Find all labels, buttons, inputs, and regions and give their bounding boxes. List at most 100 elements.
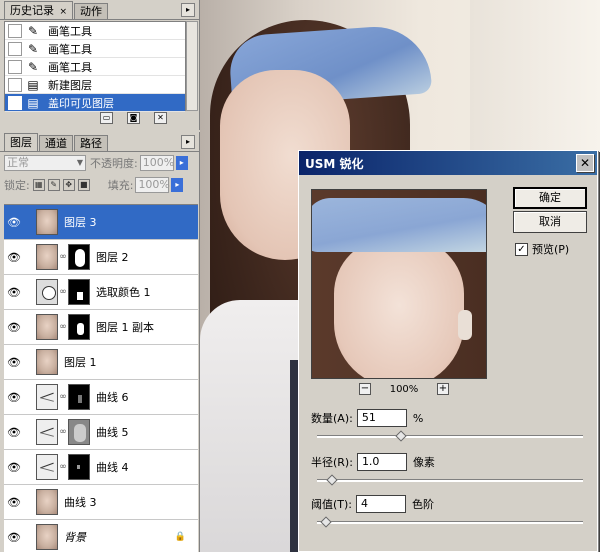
zoom-out-button[interactable]: − (359, 383, 371, 395)
layer-mask-thumbnail[interactable] (68, 244, 90, 270)
tab-layers[interactable]: 图层 (4, 133, 38, 151)
fill-field[interactable]: 100% (135, 177, 170, 193)
radius-slider[interactable] (317, 474, 583, 486)
fill-arrow-button[interactable]: ▸ (171, 178, 184, 192)
zoom-in-button[interactable]: + (437, 383, 449, 395)
history-source-checkbox[interactable] (8, 77, 22, 92)
close-icon[interactable]: × (60, 7, 68, 17)
lock-transparency-icon[interactable]: ▦ (32, 179, 45, 191)
layer-row[interactable]: 👁 ∞ 图层 1 副本 (4, 310, 198, 345)
history-source-checkbox[interactable] (8, 23, 22, 38)
trash-icon[interactable]: ✕ (154, 112, 167, 124)
cancel-button[interactable]: 取消 (513, 211, 587, 233)
layer-name: 图层 1 副本 (96, 321, 154, 334)
tab-actions[interactable]: 动作 (74, 3, 109, 19)
eye-icon[interactable]: 👁 (4, 251, 24, 264)
history-item-label: 盖印可见图层 (48, 96, 114, 110)
threshold-label: 阈值(T): (311, 498, 353, 511)
panel-menu-icon[interactable]: ▸ (181, 3, 195, 17)
threshold-slider-handle[interactable] (320, 516, 332, 528)
lock-paint-icon[interactable]: ✎ (47, 179, 60, 191)
eye-icon[interactable]: 👁 (4, 286, 24, 299)
layer-mask-thumbnail[interactable] (68, 454, 90, 480)
selective-color-icon (36, 279, 58, 305)
curves-icon (36, 384, 58, 410)
preview-toggle[interactable]: ✓ 预览(P) (515, 241, 569, 257)
history-source-checkbox[interactable] (8, 41, 22, 56)
layer-row[interactable]: 👁 ∞ 曲线 6 (4, 380, 198, 415)
tab-paths[interactable]: 路径 (74, 135, 108, 151)
new-document-from-state-icon[interactable]: ▭ (100, 112, 113, 124)
history-item[interactable]: ✎ 画笔工具 (5, 40, 185, 58)
preview-label: 预览(P) (532, 243, 570, 256)
link-icon[interactable]: ∞ (58, 427, 68, 437)
tab-channels-label: 通道 (45, 137, 67, 150)
tab-history[interactable]: 历史记录 × (4, 1, 74, 19)
eye-icon[interactable]: 👁 (4, 531, 24, 544)
lock-all-icon[interactable]: ■ (77, 179, 90, 191)
layer-row[interactable]: 👁 图层 1 (4, 345, 198, 380)
tab-channels[interactable]: 通道 (39, 135, 73, 151)
close-button[interactable]: ✕ (576, 154, 594, 172)
fill-value: 100% (138, 178, 170, 191)
history-item-label: 新建图层 (48, 78, 92, 92)
layer-row[interactable]: 👁 ∞ 图层 2 (4, 240, 198, 275)
new-snapshot-icon[interactable]: ◙ (127, 112, 140, 124)
preview-earring (458, 310, 472, 340)
eye-icon[interactable]: 👁 (4, 216, 24, 229)
blend-mode-select[interactable]: 正常 ▼ (4, 155, 86, 171)
eye-icon[interactable]: 👁 (4, 356, 24, 369)
history-scrollbar[interactable] (186, 21, 198, 111)
threshold-slider[interactable] (317, 516, 583, 528)
layer-row[interactable]: 👁 图层 3 (4, 205, 198, 240)
layer-thumbnail (36, 244, 58, 270)
radius-slider-handle[interactable] (326, 474, 338, 486)
link-icon[interactable]: ∞ (58, 462, 68, 472)
layer-mask-thumbnail[interactable] (68, 314, 90, 340)
layers-panel: 图层 通道 路径 ▸ 正常 ▼ 不透明度: 100% ▸ 锁定: ▦ ✎ ✥ ■… (0, 132, 200, 552)
link-icon[interactable]: ∞ (58, 322, 68, 332)
history-item[interactable]: ✎ 画笔工具 (5, 58, 185, 76)
layer-row[interactable]: 👁 ∞ 曲线 4 (4, 450, 198, 485)
ok-button[interactable]: 确定 (513, 187, 587, 209)
opacity-arrow-button[interactable]: ▸ (175, 156, 188, 170)
opacity-label: 不透明度: (90, 157, 138, 170)
preview-checkbox[interactable]: ✓ (515, 242, 528, 256)
layer-thumbnail (36, 209, 58, 235)
layer-row[interactable]: 👁 曲线 3 (4, 485, 198, 520)
layer-name: 曲线 4 (96, 461, 129, 474)
history-item[interactable]: ✎ 画笔工具 (5, 22, 185, 40)
eye-icon[interactable]: 👁 (4, 426, 24, 439)
eye-icon[interactable]: 👁 (4, 461, 24, 474)
layer-mask-thumbnail[interactable] (68, 384, 90, 410)
layer-row[interactable]: 👁 ∞ 曲线 5 (4, 415, 198, 450)
link-icon[interactable]: ∞ (58, 252, 68, 262)
lock-label: 锁定: (4, 179, 30, 192)
preview-window[interactable] (311, 189, 487, 379)
history-item-selected[interactable]: ▤ 盖印可见图层 (5, 94, 185, 112)
eye-icon[interactable]: 👁 (4, 496, 24, 509)
dialog-titlebar[interactable]: USM 锐化 (299, 151, 597, 175)
history-item[interactable]: ▤ 新建图层 (5, 76, 185, 94)
amount-slider[interactable] (317, 430, 583, 442)
history-source-checkbox[interactable] (8, 95, 22, 110)
amount-slider-handle[interactable] (395, 430, 407, 442)
eye-icon[interactable]: 👁 (4, 321, 24, 334)
link-icon[interactable]: ∞ (58, 287, 68, 297)
layer-row[interactable]: 👁 ∞ 选取颜色 1 (4, 275, 198, 310)
lock-position-icon[interactable]: ✥ (62, 179, 75, 191)
layer-mask-thumbnail[interactable] (68, 419, 90, 445)
chevron-down-icon: ▼ (76, 158, 83, 167)
blend-row: 正常 ▼ 不透明度: 100% ▸ (0, 152, 199, 174)
eye-icon[interactable]: 👁 (4, 391, 24, 404)
layer-mask-thumbnail[interactable] (68, 279, 90, 305)
layer-row[interactable]: 👁 背景 🔒 (4, 520, 198, 552)
panel-menu-icon[interactable]: ▸ (181, 135, 195, 149)
threshold-input[interactable]: 4 (356, 495, 407, 513)
opacity-field[interactable]: 100% (139, 155, 174, 171)
radius-input[interactable]: 1.0 (356, 453, 407, 471)
history-source-checkbox[interactable] (8, 59, 22, 74)
link-icon[interactable]: ∞ (58, 392, 68, 402)
history-item-label: 画笔工具 (48, 60, 92, 74)
amount-input[interactable]: 51 (356, 409, 407, 427)
